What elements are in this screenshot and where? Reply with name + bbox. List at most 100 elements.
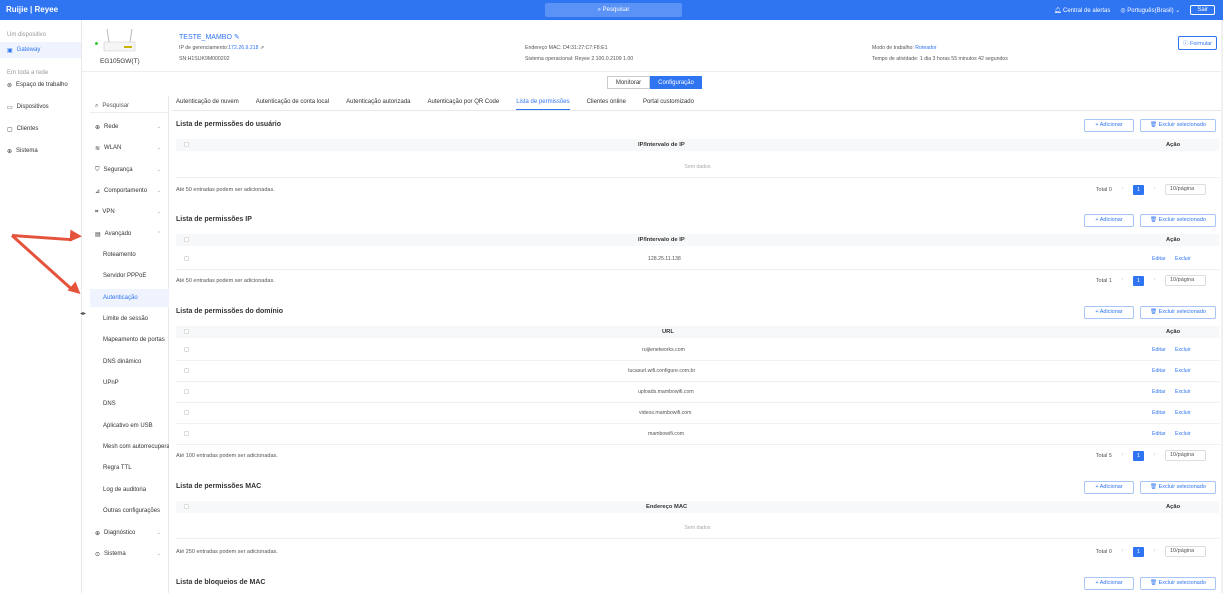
delete-selected-button[interactable]: 🗑︎ Excluir selecionado <box>1140 577 1216 590</box>
edit-link[interactable]: Editar <box>1152 347 1166 353</box>
page-size-select[interactable]: 10/página <box>1165 546 1206 557</box>
delete-selected-button[interactable]: 🗑︎ Excluir selecionado <box>1140 214 1216 227</box>
row-checkbox[interactable] <box>184 410 189 415</box>
nav-gateway[interactable]: ▣ Gateway <box>0 42 81 58</box>
delete-selected-button[interactable]: 🗑︎ Excluir selecionado <box>1140 481 1216 494</box>
page-number[interactable]: 1 <box>1133 546 1144 557</box>
subnav-other[interactable]: Outras configurações <box>90 502 169 520</box>
edit-link[interactable]: Editar <box>1152 389 1166 395</box>
nav-devices[interactable]: ▭ Dispositivos <box>0 100 81 114</box>
subnav-rede[interactable]: ⊕ Rede ⌄ <box>90 118 169 136</box>
work-mode-link[interactable]: Roteador <box>915 45 936 51</box>
page-size-select[interactable]: 10/página <box>1165 275 1206 286</box>
tab-qr-code[interactable]: Autenticação por QR Code <box>428 96 500 110</box>
subnav-dns[interactable]: DNS <box>90 395 169 413</box>
prev-page-icon[interactable]: ‹ <box>1118 451 1127 460</box>
subnav-advanced[interactable]: ▤ Avançado ⌃ <box>90 225 169 243</box>
delete-link[interactable]: Excluir <box>1175 431 1191 437</box>
add-button[interactable]: + Adicionar <box>1084 214 1134 227</box>
subnav-routing[interactable]: Roteamento <box>90 246 169 264</box>
row-checkbox[interactable] <box>184 431 189 436</box>
delete-link[interactable]: Excluir <box>1175 389 1191 395</box>
delete-link[interactable]: Excluir <box>1175 368 1191 374</box>
tab-configuration[interactable]: Configuração <box>650 76 702 89</box>
edit-link[interactable]: Editar <box>1152 410 1166 416</box>
edit-link[interactable]: Editar <box>1152 431 1166 437</box>
table-header: URL Ação <box>176 326 1219 338</box>
row-checkbox[interactable] <box>184 256 189 261</box>
delete-link[interactable]: Excluir <box>1175 347 1191 353</box>
collapse-toggle-icon[interactable]: ◂▸ <box>80 310 86 317</box>
subnav-search[interactable]: ⌕ Pesquisar <box>90 100 169 113</box>
edit-icon[interactable]: ✎ <box>234 34 240 41</box>
subnav-ddns[interactable]: DNS dinâmico <box>90 353 169 371</box>
edit-link[interactable]: Editar <box>1152 256 1166 262</box>
language-select[interactable]: ◎ Português(Brasil) ⌄ <box>1120 7 1180 14</box>
external-link-icon[interactable]: ⇗ <box>260 45 264 51</box>
table-header: IP/Intervalo de IP Ação <box>176 234 1219 246</box>
prev-page-icon[interactable]: ‹ <box>1118 185 1127 194</box>
logout-button[interactable]: Sair <box>1190 5 1215 15</box>
subnav-mesh[interactable]: Mesh com autorrecuperação <box>90 438 169 456</box>
global-search[interactable]: ⌕ Pesquisar <box>545 3 682 17</box>
delete-selected-button[interactable]: 🗑︎ Excluir selecionado <box>1140 306 1216 319</box>
add-button[interactable]: + Adicionar <box>1084 306 1134 319</box>
delete-selected-button[interactable]: 🗑︎ Excluir selecionado <box>1140 119 1216 132</box>
formular-button[interactable]: ⓘ Formular <box>1177 36 1217 50</box>
page-number[interactable]: 1 <box>1133 450 1144 461</box>
next-page-icon[interactable]: › <box>1150 547 1159 556</box>
subnav-diagnostics[interactable]: ⊕ Diagnóstico ⌄ <box>90 524 169 542</box>
subnav-port-mapping[interactable]: Mapeamento de portas <box>90 331 169 349</box>
tab-local-account[interactable]: Autenticação de conta local <box>256 96 329 110</box>
subnav-session-limit[interactable]: Limite de sessão <box>90 310 169 328</box>
management-ip-link[interactable]: 172.26.9.218 <box>228 45 258 51</box>
tab-cloud-auth[interactable]: Autenticação de nuvem <box>176 96 239 110</box>
subnav-audit-log[interactable]: Log de auditoria <box>90 481 169 499</box>
tab-allowlist[interactable]: Lista de permissões <box>516 96 570 110</box>
page-number[interactable]: 1 <box>1133 275 1144 286</box>
subnav-security[interactable]: ⛉ Segurança ⌄ <box>90 161 169 179</box>
next-page-icon[interactable]: › <box>1150 276 1159 285</box>
subnav-upnp[interactable]: UPnP <box>90 374 169 392</box>
page-size-select[interactable]: 10/página <box>1165 450 1206 461</box>
chevron-down-icon: ⌄ <box>156 188 161 194</box>
select-all-checkbox[interactable] <box>184 237 189 242</box>
row-checkbox[interactable] <box>184 347 189 352</box>
chevron-down-icon: ⌄ <box>156 124 161 130</box>
tab-authorized[interactable]: Autenticação autorizada <box>346 96 410 110</box>
add-button[interactable]: + Adicionar <box>1084 577 1134 590</box>
select-all-checkbox[interactable] <box>184 329 189 334</box>
tab-monitor[interactable]: Monitorar <box>607 76 650 89</box>
prev-page-icon[interactable]: ‹ <box>1118 547 1127 556</box>
bell-icon: 🔔︎ <box>1053 7 1063 14</box>
subnav-authentication[interactable]: Autenticação <box>90 289 169 307</box>
subnav-system[interactable]: ⊙ Sistema ⌄ <box>90 545 169 563</box>
subnav-ttl[interactable]: Regra TTL <box>90 459 169 477</box>
nav-workspace[interactable]: ⊚ Espaço de trabalho <box>0 78 81 92</box>
subnav-vpn[interactable]: ⌗ VPN ⌄ <box>90 203 169 221</box>
page-number[interactable]: 1 <box>1133 184 1144 195</box>
nav-clients[interactable]: ▢ Clientes <box>0 122 81 136</box>
subnav-usb-app[interactable]: Aplicativo em USB <box>90 417 169 435</box>
subnav-pppoe[interactable]: Servidor PPPoE <box>90 267 169 285</box>
delete-link[interactable]: Excluir <box>1175 410 1191 416</box>
row-checkbox[interactable] <box>184 389 189 394</box>
tab-online-clients[interactable]: Clientes online <box>587 96 626 110</box>
prev-page-icon[interactable]: ‹ <box>1118 276 1127 285</box>
select-all-checkbox[interactable] <box>184 142 189 147</box>
next-page-icon[interactable]: › <box>1150 451 1159 460</box>
status-dot <box>95 42 98 45</box>
alerts-link[interactable]: 🔔︎ Central de alertas <box>1054 7 1111 14</box>
add-button[interactable]: + Adicionar <box>1084 481 1134 494</box>
tab-custom-portal[interactable]: Portal customizado <box>643 96 694 110</box>
row-checkbox[interactable] <box>184 368 189 373</box>
next-page-icon[interactable]: › <box>1150 185 1159 194</box>
edit-link[interactable]: Editar <box>1152 368 1166 374</box>
nav-system[interactable]: ⊕ Sistema <box>0 144 81 158</box>
select-all-checkbox[interactable] <box>184 504 189 509</box>
subnav-wlan[interactable]: ≋ WLAN ⌄ <box>90 139 169 157</box>
add-button[interactable]: + Adicionar <box>1084 119 1134 132</box>
page-size-select[interactable]: 10/página <box>1165 184 1206 195</box>
delete-link[interactable]: Excluir <box>1175 256 1191 262</box>
subnav-behavior[interactable]: ⊿ Comportamento ⌄ <box>90 182 169 200</box>
